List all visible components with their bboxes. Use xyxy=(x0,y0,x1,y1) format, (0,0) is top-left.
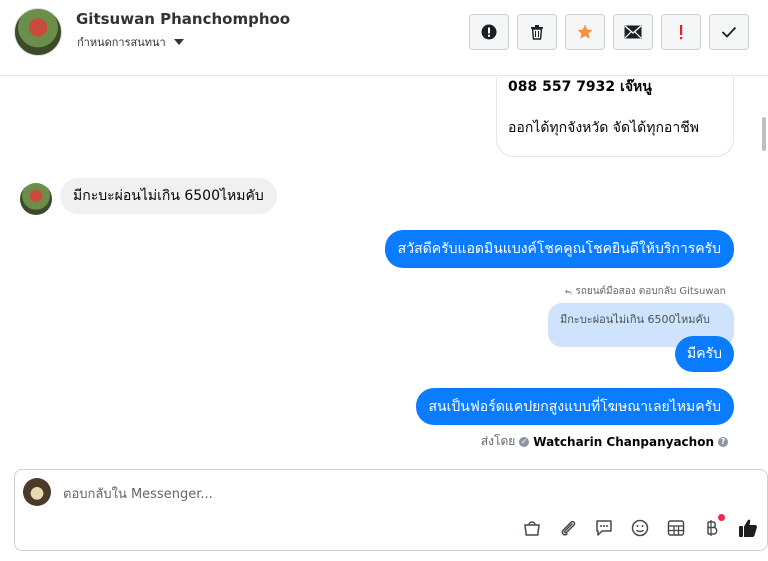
like-button[interactable] xyxy=(737,517,759,539)
sent-by-line: ส่งโดย ✓ Watcharin Chanpanyachon ? xyxy=(481,432,728,451)
exclamation-icon xyxy=(680,25,683,40)
emoji-icon xyxy=(631,519,649,537)
thread-scrollbar[interactable] xyxy=(762,77,768,461)
emoji-button[interactable] xyxy=(629,517,651,539)
caret-down-icon xyxy=(173,39,184,45)
star-icon xyxy=(577,24,593,39)
scrollbar-thumb[interactable] xyxy=(762,117,766,151)
table-icon xyxy=(667,520,685,536)
incoming-card-message: 088 557 7932 เจ๊หนู ออกได้ทุกจังหวัด จัด… xyxy=(496,77,734,157)
table-button[interactable] xyxy=(665,517,687,539)
message-thread[interactable]: 088 557 7932 เจ๊หนู ออกได้ทุกจังหวัด จัด… xyxy=(0,77,762,461)
alert-action-button[interactable] xyxy=(469,14,509,50)
spam-action-button[interactable] xyxy=(661,14,701,50)
check-icon xyxy=(721,26,737,38)
baht-icon xyxy=(707,520,718,536)
envelope-icon xyxy=(624,25,642,39)
shopping-bag-icon xyxy=(524,521,540,536)
reply-context-label: รถยนต์มือสอง ตอบกลับ Gitsuwan xyxy=(565,284,726,299)
incoming-message-bubble[interactable]: มีกะบะผ่อนไม่เกิน 6500ไหมคับ xyxy=(60,178,277,214)
message-composer xyxy=(14,469,768,551)
conversation-label-dropdown[interactable]: กำหนดการสนทนา xyxy=(77,33,184,51)
trash-icon xyxy=(531,25,543,40)
card-description-line: ออกได้ทุกจังหวัด จัดได้ทุกอาชีพ xyxy=(508,120,699,136)
contact-name[interactable]: Gitsuwan Phanchomphoo xyxy=(76,10,290,28)
notification-dot xyxy=(718,514,725,521)
attachment-button[interactable] xyxy=(557,517,579,539)
sent-by-prefix: ส่งโดย xyxy=(480,434,516,448)
done-action-button[interactable] xyxy=(709,14,749,50)
thumbs-up-icon xyxy=(739,519,757,537)
saved-replies-button[interactable] xyxy=(593,517,615,539)
shopping-bag-button[interactable] xyxy=(521,517,543,539)
reply-context-text: รถยนต์มือสอง ตอบกลับ Gitsuwan xyxy=(575,286,726,297)
mark-unread-action-button[interactable] xyxy=(613,14,653,50)
page-avatar xyxy=(23,478,51,506)
contact-avatar[interactable] xyxy=(14,8,62,56)
help-icon[interactable]: ? xyxy=(718,436,728,447)
conversation-actions xyxy=(469,14,749,50)
card-phone-line: 088 557 7932 เจ๊หนู xyxy=(508,79,652,95)
sent-by-agent-name[interactable]: Watcharin Chanpanyachon xyxy=(533,435,714,449)
payment-button[interactable] xyxy=(701,514,725,539)
reply-arrow-icon xyxy=(565,288,573,295)
delete-action-button[interactable] xyxy=(517,14,557,50)
star-action-button[interactable] xyxy=(565,14,605,50)
outgoing-message-bubble[interactable]: สวัสดีครับแอดมินแบงค์โชคคูณโชคยินดีให้บร… xyxy=(384,230,734,268)
exclamation-circle-icon xyxy=(481,24,497,40)
paperclip-icon xyxy=(561,520,576,536)
composer-toolbar xyxy=(521,514,759,539)
agent-badge-icon: ✓ xyxy=(519,436,530,447)
outgoing-reply-bubble[interactable]: มีครับ xyxy=(675,336,734,372)
outgoing-message-bubble-2[interactable]: สนเป็นฟอร์ดแคปยกสูงแบบที่โฆษณาเลยไหมครับ xyxy=(415,388,734,425)
saved-reply-icon xyxy=(596,520,612,536)
reply-input[interactable] xyxy=(63,484,663,504)
contact-avatar-small[interactable] xyxy=(20,183,52,215)
conversation-label-text: กำหนดการสนทนา xyxy=(77,36,166,49)
conversation-header: Gitsuwan Phanchomphoo กำหนดการสนทนา xyxy=(0,0,768,76)
